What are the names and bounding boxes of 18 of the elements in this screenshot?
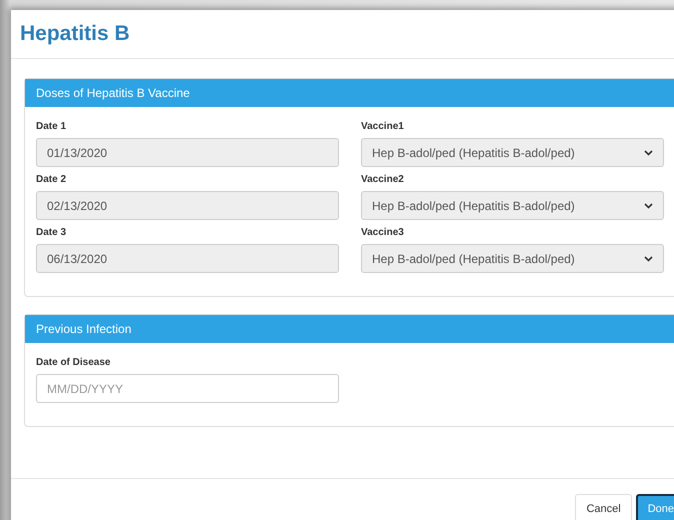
chevron-icon [644, 256, 653, 262]
field-label: Date 1 [36, 121, 68, 132]
date-field[interactable]: MM/DD/YYYY [36, 374, 339, 403]
field-label: Date of Disease [36, 357, 112, 368]
modal-title: Hepatitis B [20, 22, 130, 46]
field-label: Date 3 [36, 227, 68, 238]
chevron-icon [644, 150, 653, 156]
field-label: Vaccine3 [361, 227, 405, 238]
panel-heading: Doses of Hepatitis B Vaccine [25, 79, 674, 107]
cancel-button[interactable]: Cancel [575, 494, 632, 520]
vaccine-dropdown[interactable]: Hep B-adol/ped (Hepatitis B-adol/ped) [361, 191, 664, 220]
vaccine-dropdown[interactable]: Hep B-adol/ped (Hepatitis B-adol/ped) [361, 138, 664, 167]
field-label: Vaccine1 [361, 121, 405, 132]
chevron-icon [644, 202, 653, 208]
panel-heading: Previous Infection [25, 315, 674, 343]
field-label: Date 2 [36, 174, 68, 185]
field-label: Vaccine2 [361, 174, 405, 185]
vaccine-dropdown[interactable]: Hep B-adol/ped (Hepatitis B-adol/ped) [361, 244, 664, 273]
